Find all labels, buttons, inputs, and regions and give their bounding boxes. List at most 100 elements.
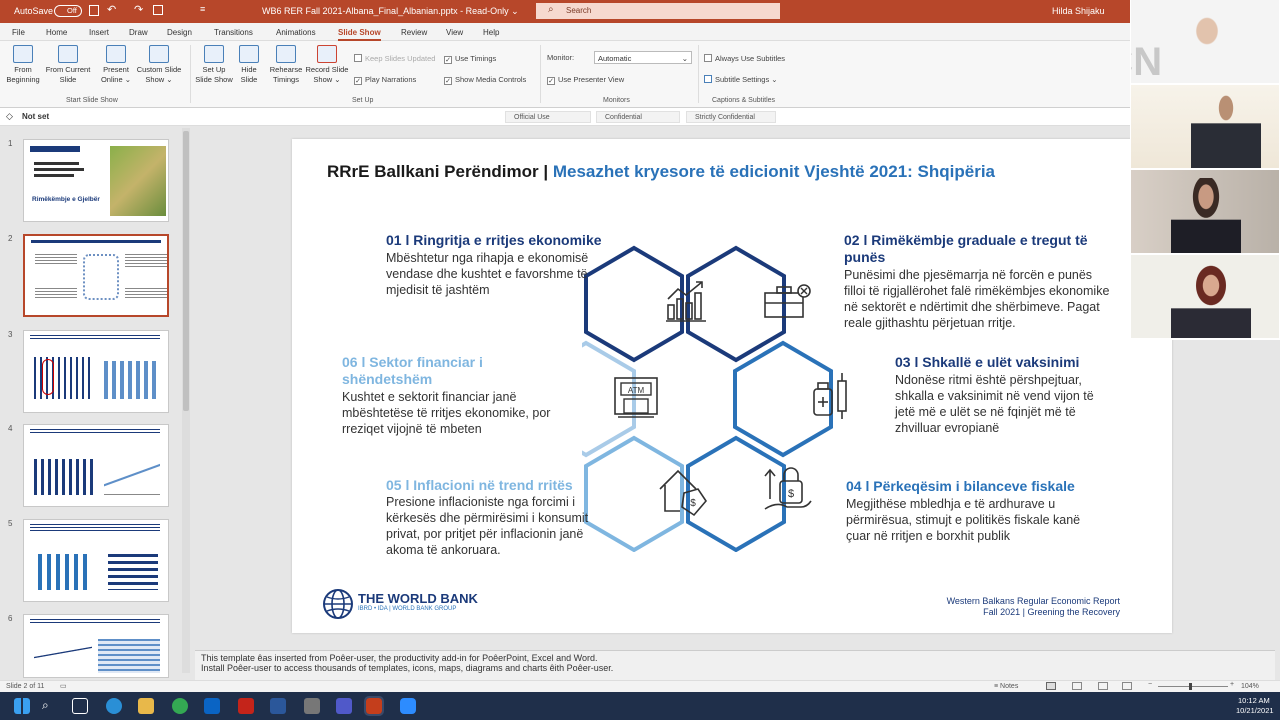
rehearse-timings-button[interactable]: Rehearse Timings: [268, 45, 304, 85]
tab-insert[interactable]: Insert: [89, 28, 109, 37]
monitor-select[interactable]: Automatic ⌄: [594, 51, 692, 64]
slideshow-icon: [58, 45, 78, 63]
slide-thumbnail-1[interactable]: Rimëkëmbje e Gjelbër: [23, 139, 169, 222]
rehearse-label: Rehearse Timings: [269, 65, 303, 84]
thumb-chart: [34, 639, 92, 673]
group-monitors: Monitors: [603, 97, 630, 104]
ribbon: From Beginning From Current Slide Presen…: [0, 41, 1130, 108]
thumbnails-scrollbar[interactable]: [182, 128, 190, 673]
search-input[interactable]: ⌕ Search: [536, 3, 780, 19]
windows-start-icon[interactable]: [14, 698, 30, 714]
svg-text:$: $: [788, 488, 794, 500]
window-title: WB6 RER Fall 2021-Albana_Final_Albanian.…: [262, 6, 519, 16]
slide-thumbnail-5[interactable]: [23, 519, 169, 602]
custom-slide-show-button[interactable]: Custom Slide Show ⌄: [134, 45, 184, 85]
from-beginning-button[interactable]: From Beginning: [4, 45, 42, 85]
clock-time[interactable]: 10:12 AM: [1238, 696, 1270, 705]
video-tile-3[interactable]: [1131, 170, 1279, 253]
set-up-slide-show-button[interactable]: Set Up Slide Show: [194, 45, 234, 85]
thumb-text-block: [35, 254, 77, 264]
normal-view-icon[interactable]: [1046, 682, 1056, 690]
notes-pane[interactable]: This template êas inserted from Poêer-us…: [195, 650, 1275, 680]
slide-thumbnail-3[interactable]: [23, 330, 169, 413]
customize-icon[interactable]: ≡: [200, 4, 205, 14]
slideshow-view-icon[interactable]: [1122, 682, 1132, 690]
world-bank-logo-text: THE WORLD BANK: [358, 591, 478, 606]
tab-file[interactable]: File: [12, 28, 25, 37]
keep-slides-updated-checkbox[interactable]: Keep Slides Updated: [354, 54, 435, 63]
set-up-label: Set Up Slide Show: [195, 65, 233, 84]
from-current-slide-button[interactable]: From Current Slide: [44, 45, 92, 85]
sensitivity-strictly-confidential[interactable]: Strictly Confidential: [686, 111, 776, 123]
present-icon[interactable]: [153, 5, 163, 15]
thumb-title-line: [30, 619, 160, 625]
use-timings-checkbox[interactable]: ✓ Use Timings: [444, 54, 496, 64]
tab-animations[interactable]: Animations: [276, 28, 316, 37]
accessibility-icon[interactable]: ▭: [60, 682, 67, 690]
powerpoint-icon[interactable]: [364, 696, 384, 716]
thumb-chart: [108, 554, 158, 590]
hide-slide-button[interactable]: Hide Slide: [236, 45, 262, 85]
subtitle-settings-button[interactable]: Subtitle Settings ⌄: [704, 75, 778, 84]
section-06-body: Kushtet e sektorit financiar janë mbësht…: [342, 390, 551, 436]
tab-draw[interactable]: Draw: [129, 28, 148, 37]
app-icon[interactable]: [304, 698, 320, 714]
acrobat-icon[interactable]: [238, 698, 254, 714]
tab-slide-show[interactable]: Slide Show: [338, 28, 381, 41]
zoom-slider[interactable]: [1158, 686, 1228, 687]
tab-design[interactable]: Design: [167, 28, 192, 37]
edge-icon[interactable]: [106, 698, 122, 714]
group-start-slide-show: Start Slide Show: [66, 97, 118, 104]
use-presenter-view-checkbox[interactable]: ✓ Use Presenter View: [547, 75, 624, 85]
redo-icon[interactable]: ↷: [134, 3, 143, 16]
sensitivity-official-use[interactable]: Official Use: [505, 111, 591, 123]
zoom-app-icon[interactable]: [400, 698, 416, 714]
zoom-in-icon[interactable]: +: [1230, 681, 1234, 688]
thumb-number: 4: [8, 424, 13, 433]
notes-button[interactable]: ≡ Notes: [994, 683, 1018, 690]
tab-review[interactable]: Review: [401, 28, 427, 37]
video-tile-2[interactable]: [1131, 85, 1279, 168]
always-use-subtitles-checkbox[interactable]: Always Use Subtitles: [704, 54, 785, 63]
user-name[interactable]: Hilda Shijaku: [1052, 6, 1105, 16]
chrome-icon[interactable]: [172, 698, 188, 714]
atm-icon: ATM: [614, 377, 658, 418]
teams-icon[interactable]: [336, 698, 352, 714]
play-narrations-checkbox[interactable]: ✓ Play Narrations: [354, 75, 416, 85]
slide-thumbnail-2[interactable]: [23, 234, 169, 317]
outlook-icon[interactable]: [204, 698, 220, 714]
show-media-controls-checkbox[interactable]: ✓ Show Media Controls: [444, 75, 526, 85]
sensitivity-status: Not set: [22, 112, 50, 121]
present-online-button[interactable]: Present Online ⌄: [98, 45, 134, 85]
zoom-out-icon[interactable]: −: [1148, 681, 1152, 688]
autosave-toggle[interactable]: Off: [54, 5, 82, 17]
record-slide-show-button[interactable]: Record Slide Show ⌄: [304, 45, 350, 85]
save-icon[interactable]: [89, 5, 99, 16]
thumb-table: [98, 639, 160, 673]
tab-help[interactable]: Help: [483, 28, 499, 37]
slide-thumbnail-6[interactable]: [23, 614, 169, 678]
svg-text:$: $: [690, 498, 696, 509]
tab-home[interactable]: Home: [46, 28, 67, 37]
clock-date[interactable]: 10/21/2021: [1236, 706, 1274, 715]
zoom-slider-thumb[interactable]: [1189, 683, 1192, 690]
slide-thumbnail-4[interactable]: [23, 424, 169, 507]
group-captions: Captions & Subtitles: [712, 97, 776, 104]
file-explorer-icon[interactable]: [138, 698, 154, 714]
undo-icon[interactable]: ↶: [107, 3, 116, 16]
video-tile-mcn[interactable]: MCN: [1131, 0, 1279, 83]
slide-canvas[interactable]: RRrE Ballkani Perëndimor | Mesazhet krye…: [292, 139, 1172, 633]
reading-view-icon[interactable]: [1098, 682, 1108, 690]
timer-icon: [276, 45, 296, 63]
search-icon[interactable]: ⌕: [42, 698, 58, 714]
tab-view[interactable]: View: [446, 28, 463, 37]
task-view-icon[interactable]: [72, 698, 88, 714]
zoom-level[interactable]: 104%: [1241, 683, 1259, 690]
sensitivity-confidential[interactable]: Confidential: [596, 111, 680, 123]
scrollbar-thumb[interactable]: [183, 131, 189, 411]
section-04-body: Megjithëse mbledhja e të ardhurave u për…: [846, 497, 1081, 543]
word-icon[interactable]: [270, 698, 286, 714]
slide-sorter-icon[interactable]: [1072, 682, 1082, 690]
video-tile-4[interactable]: [1131, 255, 1279, 338]
tab-transitions[interactable]: Transitions: [214, 28, 253, 37]
